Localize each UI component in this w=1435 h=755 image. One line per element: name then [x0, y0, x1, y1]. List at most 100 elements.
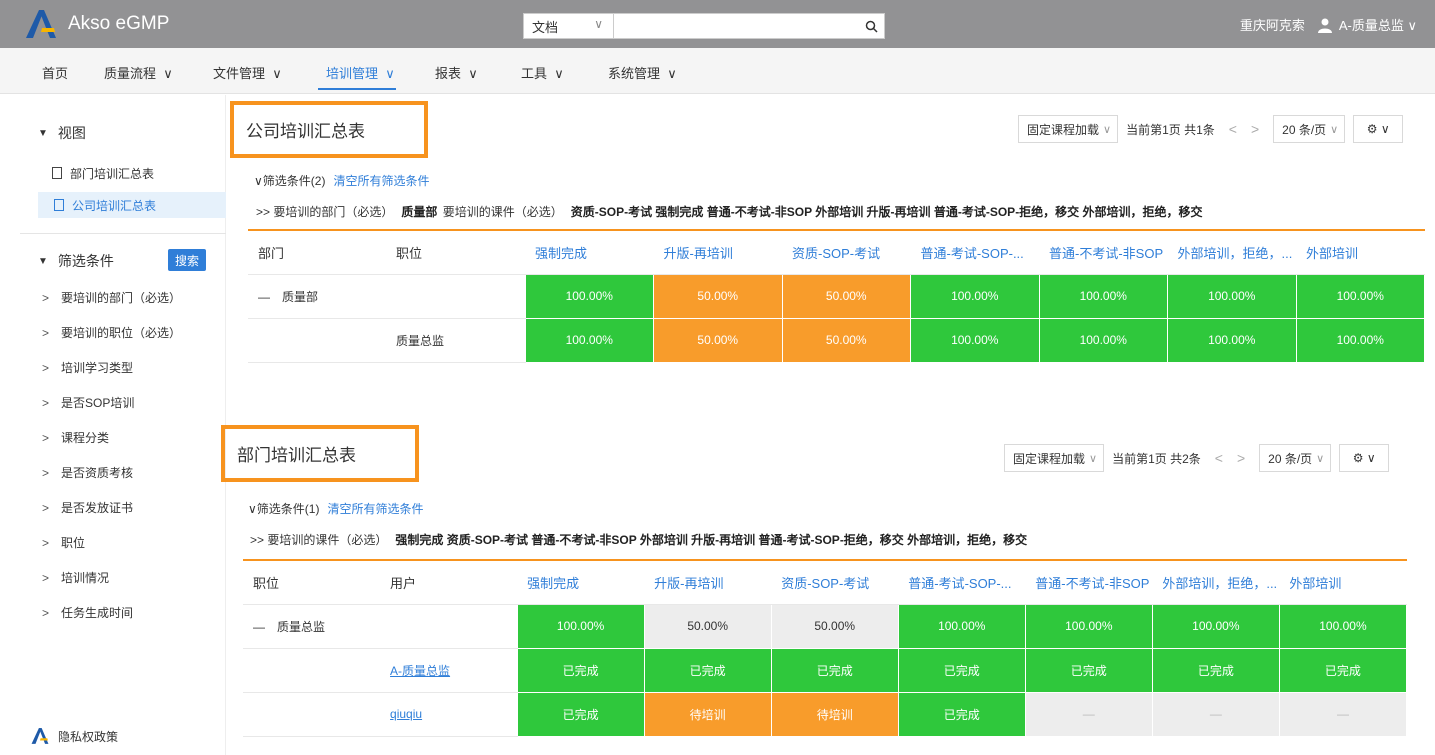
column-header-course[interactable]: 外部培训: [1279, 560, 1407, 605]
status-cell: 已完成: [897, 647, 1026, 693]
search-scope-value: 文档: [532, 19, 559, 35]
filter-label: 是否资质考核: [61, 466, 134, 480]
document-icon: [52, 167, 62, 179]
rate-cell: 100.00%: [1295, 317, 1425, 363]
filter-item[interactable]: > 要培训的职位（必选）: [42, 324, 181, 341]
filter-item[interactable]: > 是否发放证书: [42, 499, 133, 516]
next-page-icon[interactable]: >: [1237, 450, 1245, 466]
table-row: — 质量总监 100.00% 50.00% 50.00% 100.00% 100.…: [243, 603, 1408, 649]
collapse-icon[interactable]: —: [253, 620, 265, 634]
panel1-settings-button[interactable]: ⚙ ∨: [1353, 115, 1404, 143]
prev-page-icon[interactable]: <: [1215, 450, 1223, 466]
panel1-page-size-select[interactable]: 20 条/页 ∨: [1273, 115, 1346, 143]
status-cell: 已完成: [643, 647, 772, 693]
panel1-load-mode-select[interactable]: 固定课程加载 ∨: [1018, 115, 1119, 143]
collapse-icon[interactable]: —: [258, 290, 270, 304]
nav-document-mgmt[interactable]: 文件管理 ∨: [213, 63, 282, 82]
crumb-dept-value: 质量部: [401, 205, 438, 219]
status-cell: 已完成: [1151, 647, 1280, 693]
dept-name: 质量部: [282, 289, 319, 304]
search-input[interactable]: [614, 14, 858, 38]
rate-cell: 50.00%: [643, 603, 772, 649]
gear-icon: ⚙: [1366, 122, 1378, 136]
chevron-down-icon[interactable]: ∨: [254, 174, 263, 188]
search-icon[interactable]: [858, 14, 884, 38]
sidebar-view-company-summary[interactable]: 公司培训汇总表: [38, 192, 226, 218]
nav-home[interactable]: 首页: [42, 63, 68, 82]
column-header-course[interactable]: 外部培训，拒绝，...: [1167, 230, 1296, 275]
view-section-toggle[interactable]: ▼ 视图: [38, 123, 86, 143]
chevron-down-icon: ∨: [1316, 452, 1325, 465]
nav-reports[interactable]: 报表 ∨: [435, 63, 478, 82]
search-scope-select[interactable]: 文档 ∨: [524, 14, 614, 38]
panel1-table: 部门 职位 强制完成 升版-再培训 资质-SOP-考试 普通-考试-SOP-..…: [248, 229, 1425, 363]
sidebar-view-dept-summary[interactable]: 部门培训汇总表: [36, 160, 206, 186]
privacy-policy-link[interactable]: 隐私权政策: [30, 727, 118, 745]
status-cell: —: [1151, 691, 1280, 737]
nav-quality-process[interactable]: 质量流程 ∨: [104, 63, 173, 82]
table-header-row: 职位 用户 强制完成 升版-再培训 资质-SOP-考试 普通-考试-SOP-..…: [243, 560, 1407, 605]
position-cell[interactable]: — 质量总监: [243, 604, 381, 649]
column-header-course[interactable]: 强制完成: [525, 230, 654, 275]
user-link[interactable]: A-质量总监: [390, 664, 450, 678]
dept-cell[interactable]: — 质量部: [248, 274, 386, 319]
user-link[interactable]: qiuqiu: [390, 707, 422, 721]
prev-page-icon[interactable]: <: [1229, 121, 1237, 137]
chevron-down-icon: ∨: [272, 66, 282, 81]
filter-section-title: 筛选条件: [57, 253, 114, 269]
filter-section-toggle[interactable]: ▼ 筛选条件: [38, 251, 114, 271]
panel1-toolbar: 固定课程加载 ∨ 当前第1页 共1条 < > 20 条/页 ∨ ⚙ ∨: [1018, 115, 1404, 143]
column-header-course[interactable]: 普通-不考试-非SOP: [1025, 560, 1153, 605]
filter-count-label[interactable]: 筛选条件(1): [257, 500, 320, 517]
filter-item[interactable]: > 任务生成时间: [42, 604, 133, 621]
filter-search-button[interactable]: 搜索: [168, 249, 206, 271]
column-header-course[interactable]: 普通-考试-SOP-...: [910, 230, 1039, 275]
filter-item[interactable]: > 培训学习类型: [42, 359, 133, 376]
rate-cell: 100.00%: [1038, 317, 1168, 363]
column-header: 用户: [380, 560, 518, 605]
nav-tools[interactable]: 工具 ∨: [521, 63, 564, 82]
panel1-title-text: 公司培训汇总表: [246, 122, 365, 141]
nav-label: 质量流程: [104, 66, 157, 81]
chevron-down-icon[interactable]: ∨: [248, 502, 257, 516]
crumb-courses-value: 强制完成 资质-SOP-考试 普通-不考试-非SOP 外部培训 升版-再培训 普…: [395, 533, 1028, 547]
filter-item[interactable]: > 是否SOP培训: [42, 394, 134, 411]
rate-cell: 50.00%: [653, 317, 783, 363]
column-header-course[interactable]: 普通-不考试-非SOP: [1039, 230, 1168, 275]
page-size-value: 20 条/页: [1282, 122, 1327, 137]
chevron-down-icon: ∨: [1366, 451, 1376, 465]
column-header-course[interactable]: 普通-考试-SOP-...: [898, 560, 1026, 605]
filter-item[interactable]: > 课程分类: [42, 429, 109, 446]
column-header-course[interactable]: 升版-再培训: [644, 560, 772, 605]
user-menu[interactable]: A-质量总监 ∨: [1339, 15, 1417, 34]
column-header-course[interactable]: 外部培训，拒绝，...: [1152, 560, 1280, 605]
chevron-right-icon: >: [42, 500, 50, 515]
filter-item[interactable]: > 培训情况: [42, 569, 109, 586]
nav-system-mgmt[interactable]: 系统管理 ∨: [608, 63, 677, 82]
app-logo[interactable]: Akso eGMP: [24, 8, 169, 40]
column-header-course[interactable]: 资质-SOP-考试: [782, 230, 911, 275]
status-cell: 已完成: [516, 691, 645, 737]
column-header-course[interactable]: 升版-再培训: [653, 230, 782, 275]
crumb-prefix: >> 要培训的部门（必选）: [256, 205, 394, 219]
panel2-settings-button[interactable]: ⚙ ∨: [1339, 444, 1390, 472]
chevron-right-icon: >: [42, 290, 50, 305]
nav-training-mgmt[interactable]: 培训管理 ∨: [326, 63, 395, 82]
company-name: 重庆阿克索: [1239, 18, 1305, 33]
column-header: 职位: [386, 230, 525, 275]
filter-item[interactable]: > 职位: [42, 534, 85, 551]
column-header-course[interactable]: 外部培训: [1296, 230, 1425, 275]
filter-item[interactable]: > 要培训的部门（必选）: [42, 289, 181, 306]
panel2-clear-filters-link[interactable]: 清空所有筛选条件: [327, 500, 423, 517]
nav-label: 报表: [435, 66, 462, 81]
rate-cell: 100.00%: [1024, 603, 1153, 649]
panel2-load-mode-select[interactable]: 固定课程加载 ∨: [1004, 444, 1105, 472]
filter-count-label[interactable]: 筛选条件(2): [263, 172, 326, 189]
column-header-course[interactable]: 资质-SOP-考试: [771, 560, 899, 605]
panel1-clear-filters-link[interactable]: 清空所有筛选条件: [333, 172, 429, 189]
panel2-page-size-select[interactable]: 20 条/页 ∨: [1259, 444, 1332, 472]
filter-item[interactable]: > 是否资质考核: [42, 464, 133, 481]
position-cell: [386, 274, 525, 319]
column-header-course[interactable]: 强制完成: [517, 560, 645, 605]
next-page-icon[interactable]: >: [1251, 121, 1259, 137]
